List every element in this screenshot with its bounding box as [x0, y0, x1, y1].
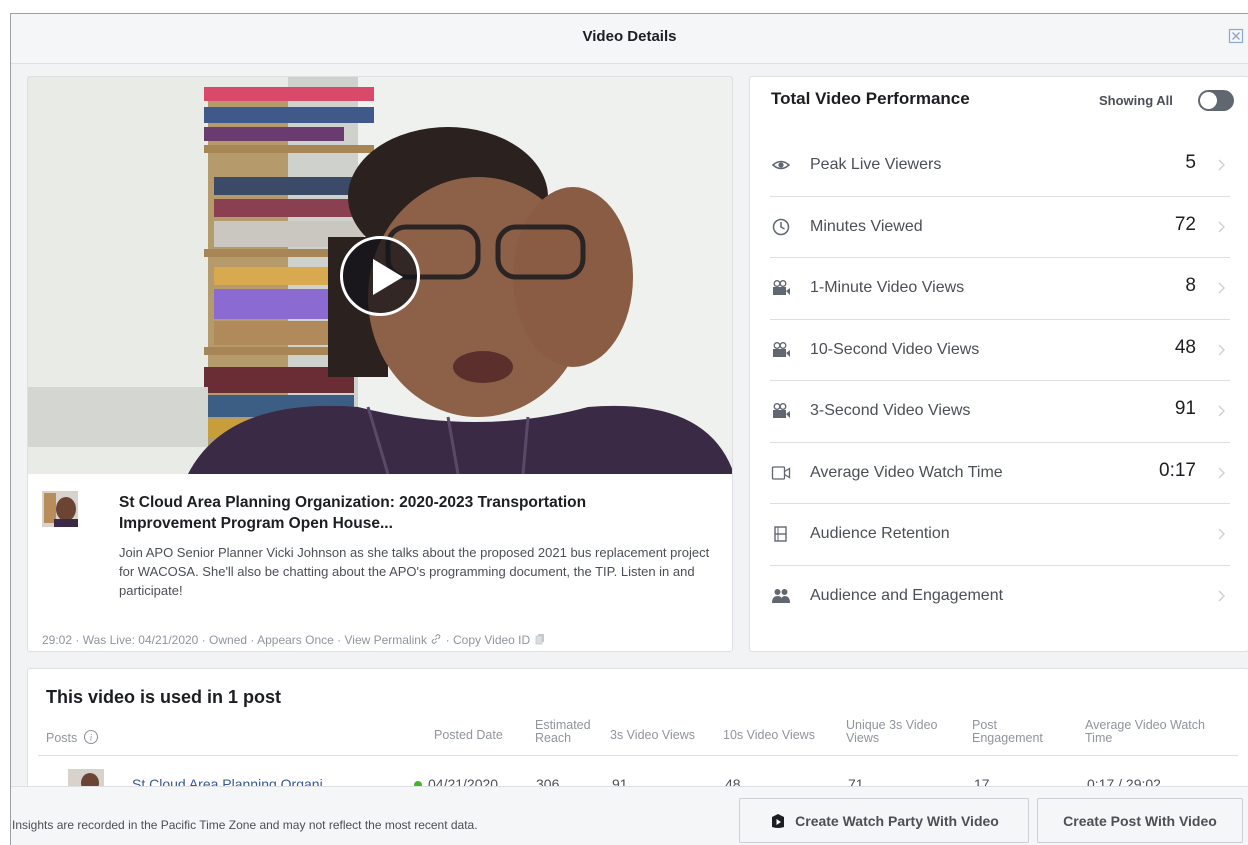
metric-label: Average Video Watch Time [810, 463, 1003, 481]
close-icon[interactable] [1228, 28, 1244, 44]
metric-row-3-second-views[interactable]: 3-Second Video Views 91 [770, 381, 1230, 443]
video-camera-icon [773, 403, 790, 418]
col-header-post-engagement[interactable]: Post Engagement [972, 719, 1068, 745]
metric-row-minutes-viewed[interactable]: Minutes Viewed 72 [770, 197, 1230, 258]
metric-label: 1-Minute Video Views [810, 279, 965, 296]
metric-value: 91 [1174, 398, 1196, 419]
metric-value: 8 [1185, 275, 1196, 296]
dialog-title: Video Details [582, 28, 677, 45]
metric-row-audience-retention[interactable]: Audience Retention [770, 504, 1230, 566]
video-description: Join APO Senior Planner Vicki Johnson as… [119, 545, 710, 598]
video-duration: 29:02 [42, 633, 73, 647]
metric-row-10-second-views[interactable]: 10-Second Video Views 48 [770, 320, 1230, 381]
chevron-right-icon [1218, 282, 1225, 294]
posts-section: This video is used in 1 post Posts i Pos… [27, 668, 1248, 798]
dialog-header: Video Details [11, 14, 1248, 64]
col-header-posts: Posts i [46, 729, 99, 745]
create-post-button[interactable]: Create Post With Video [1037, 798, 1243, 843]
metric-value: 5 [1185, 152, 1196, 173]
metric-row-audience-engagement[interactable]: Audience and Engagement [770, 566, 1230, 628]
posts-title: This video is used in 1 post [46, 687, 282, 707]
col-header-estimated-reach[interactable]: Estimated Reach [535, 719, 597, 745]
performance-title: Total Video Performance [771, 89, 970, 108]
video-title[interactable]: St Cloud Area Planning Organization: 202… [119, 492, 679, 534]
people-icon [772, 588, 790, 603]
create-watch-party-button[interactable]: Create Watch Party With Video [739, 798, 1029, 843]
svg-text:i: i [89, 733, 92, 743]
copy-icon[interactable] [534, 633, 546, 645]
info-icon[interactable]: i [83, 729, 99, 745]
table-divider [38, 755, 1238, 756]
col-header-10s-views[interactable]: 10s Video Views [723, 729, 815, 742]
film-icon [774, 526, 787, 542]
play-button[interactable] [340, 236, 420, 316]
timezone-note: Insights are recorded in the Pacific Tim… [12, 818, 478, 832]
metric-label: Minutes Viewed [810, 217, 923, 235]
metrics-list: Peak Live Viewers 5 Minutes Viewed 72 1-… [770, 135, 1230, 627]
create-post-label: Create Post With Video [1063, 812, 1217, 829]
video-thumbnail[interactable] [42, 491, 78, 527]
video-camera-icon [773, 341, 790, 357]
view-permalink-link[interactable]: View Permalink [345, 633, 427, 647]
col-header-unique-3s-views[interactable]: Unique 3s Video Views [846, 719, 964, 745]
chevron-right-icon [1218, 590, 1225, 601]
chevron-right-icon [1218, 344, 1225, 355]
clock-icon [772, 218, 790, 235]
chevron-right-icon [1218, 159, 1225, 171]
owned-label: Owned [209, 633, 248, 647]
watch-party-label: Create Watch Party With Video [795, 812, 999, 829]
metric-label: 3-Second Video Views [810, 402, 971, 419]
video-camera-icon [773, 280, 790, 295]
appears-label: Appears Once [257, 633, 334, 647]
video-player[interactable] [28, 77, 732, 474]
col-header-3s-views[interactable]: 3s Video Views [610, 729, 695, 742]
metric-row-1-minute-views[interactable]: 1-Minute Video Views 8 [770, 258, 1230, 320]
metric-label: Peak Live Viewers [810, 156, 942, 173]
showing-all-label: Showing All [1099, 93, 1173, 108]
showing-all-toggle[interactable] [1198, 90, 1234, 111]
metric-label: 10-Second Video Views [810, 340, 980, 358]
metric-value: 72 [1174, 213, 1196, 235]
copy-video-id-link[interactable]: Copy Video ID [453, 633, 530, 647]
metric-value: 48 [1174, 336, 1196, 358]
metric-row-peak-live-viewers[interactable]: Peak Live Viewers 5 [770, 135, 1230, 197]
performance-panel: Total Video Performance Showing All Peak… [749, 76, 1248, 652]
metric-value: 0:17 [1159, 459, 1196, 481]
video-icon [771, 465, 791, 480]
thumbnail-image [42, 491, 78, 527]
chevron-right-icon [1218, 221, 1225, 232]
chevron-right-icon [1218, 528, 1225, 540]
video-details-dialog: Video Details St Cloud Area Planning Org… [10, 13, 1248, 845]
col-header-average-watch-time[interactable]: Average Video Watch Time [1085, 719, 1235, 745]
dialog-footer: Insights are recorded in the Pacific Tim… [11, 786, 1248, 845]
video-meta: 29:02 · Was Live: 04/21/2020 · Owned · A… [42, 633, 546, 647]
watch-party-icon [772, 813, 785, 828]
chevron-right-icon [1218, 467, 1225, 478]
link-icon[interactable] [430, 633, 442, 645]
chevron-right-icon [1218, 405, 1225, 417]
col-header-posted-date[interactable]: Posted Date [434, 729, 503, 742]
was-live-date: Was Live: 04/21/2020 [82, 633, 199, 647]
metric-row-average-watch-time[interactable]: Average Video Watch Time 0:17 [770, 443, 1230, 504]
metric-label: Audience Retention [810, 525, 950, 542]
video-card: St Cloud Area Planning Organization: 202… [27, 76, 733, 652]
metric-label: Audience and Engagement [810, 586, 1004, 604]
eye-icon [771, 160, 791, 170]
